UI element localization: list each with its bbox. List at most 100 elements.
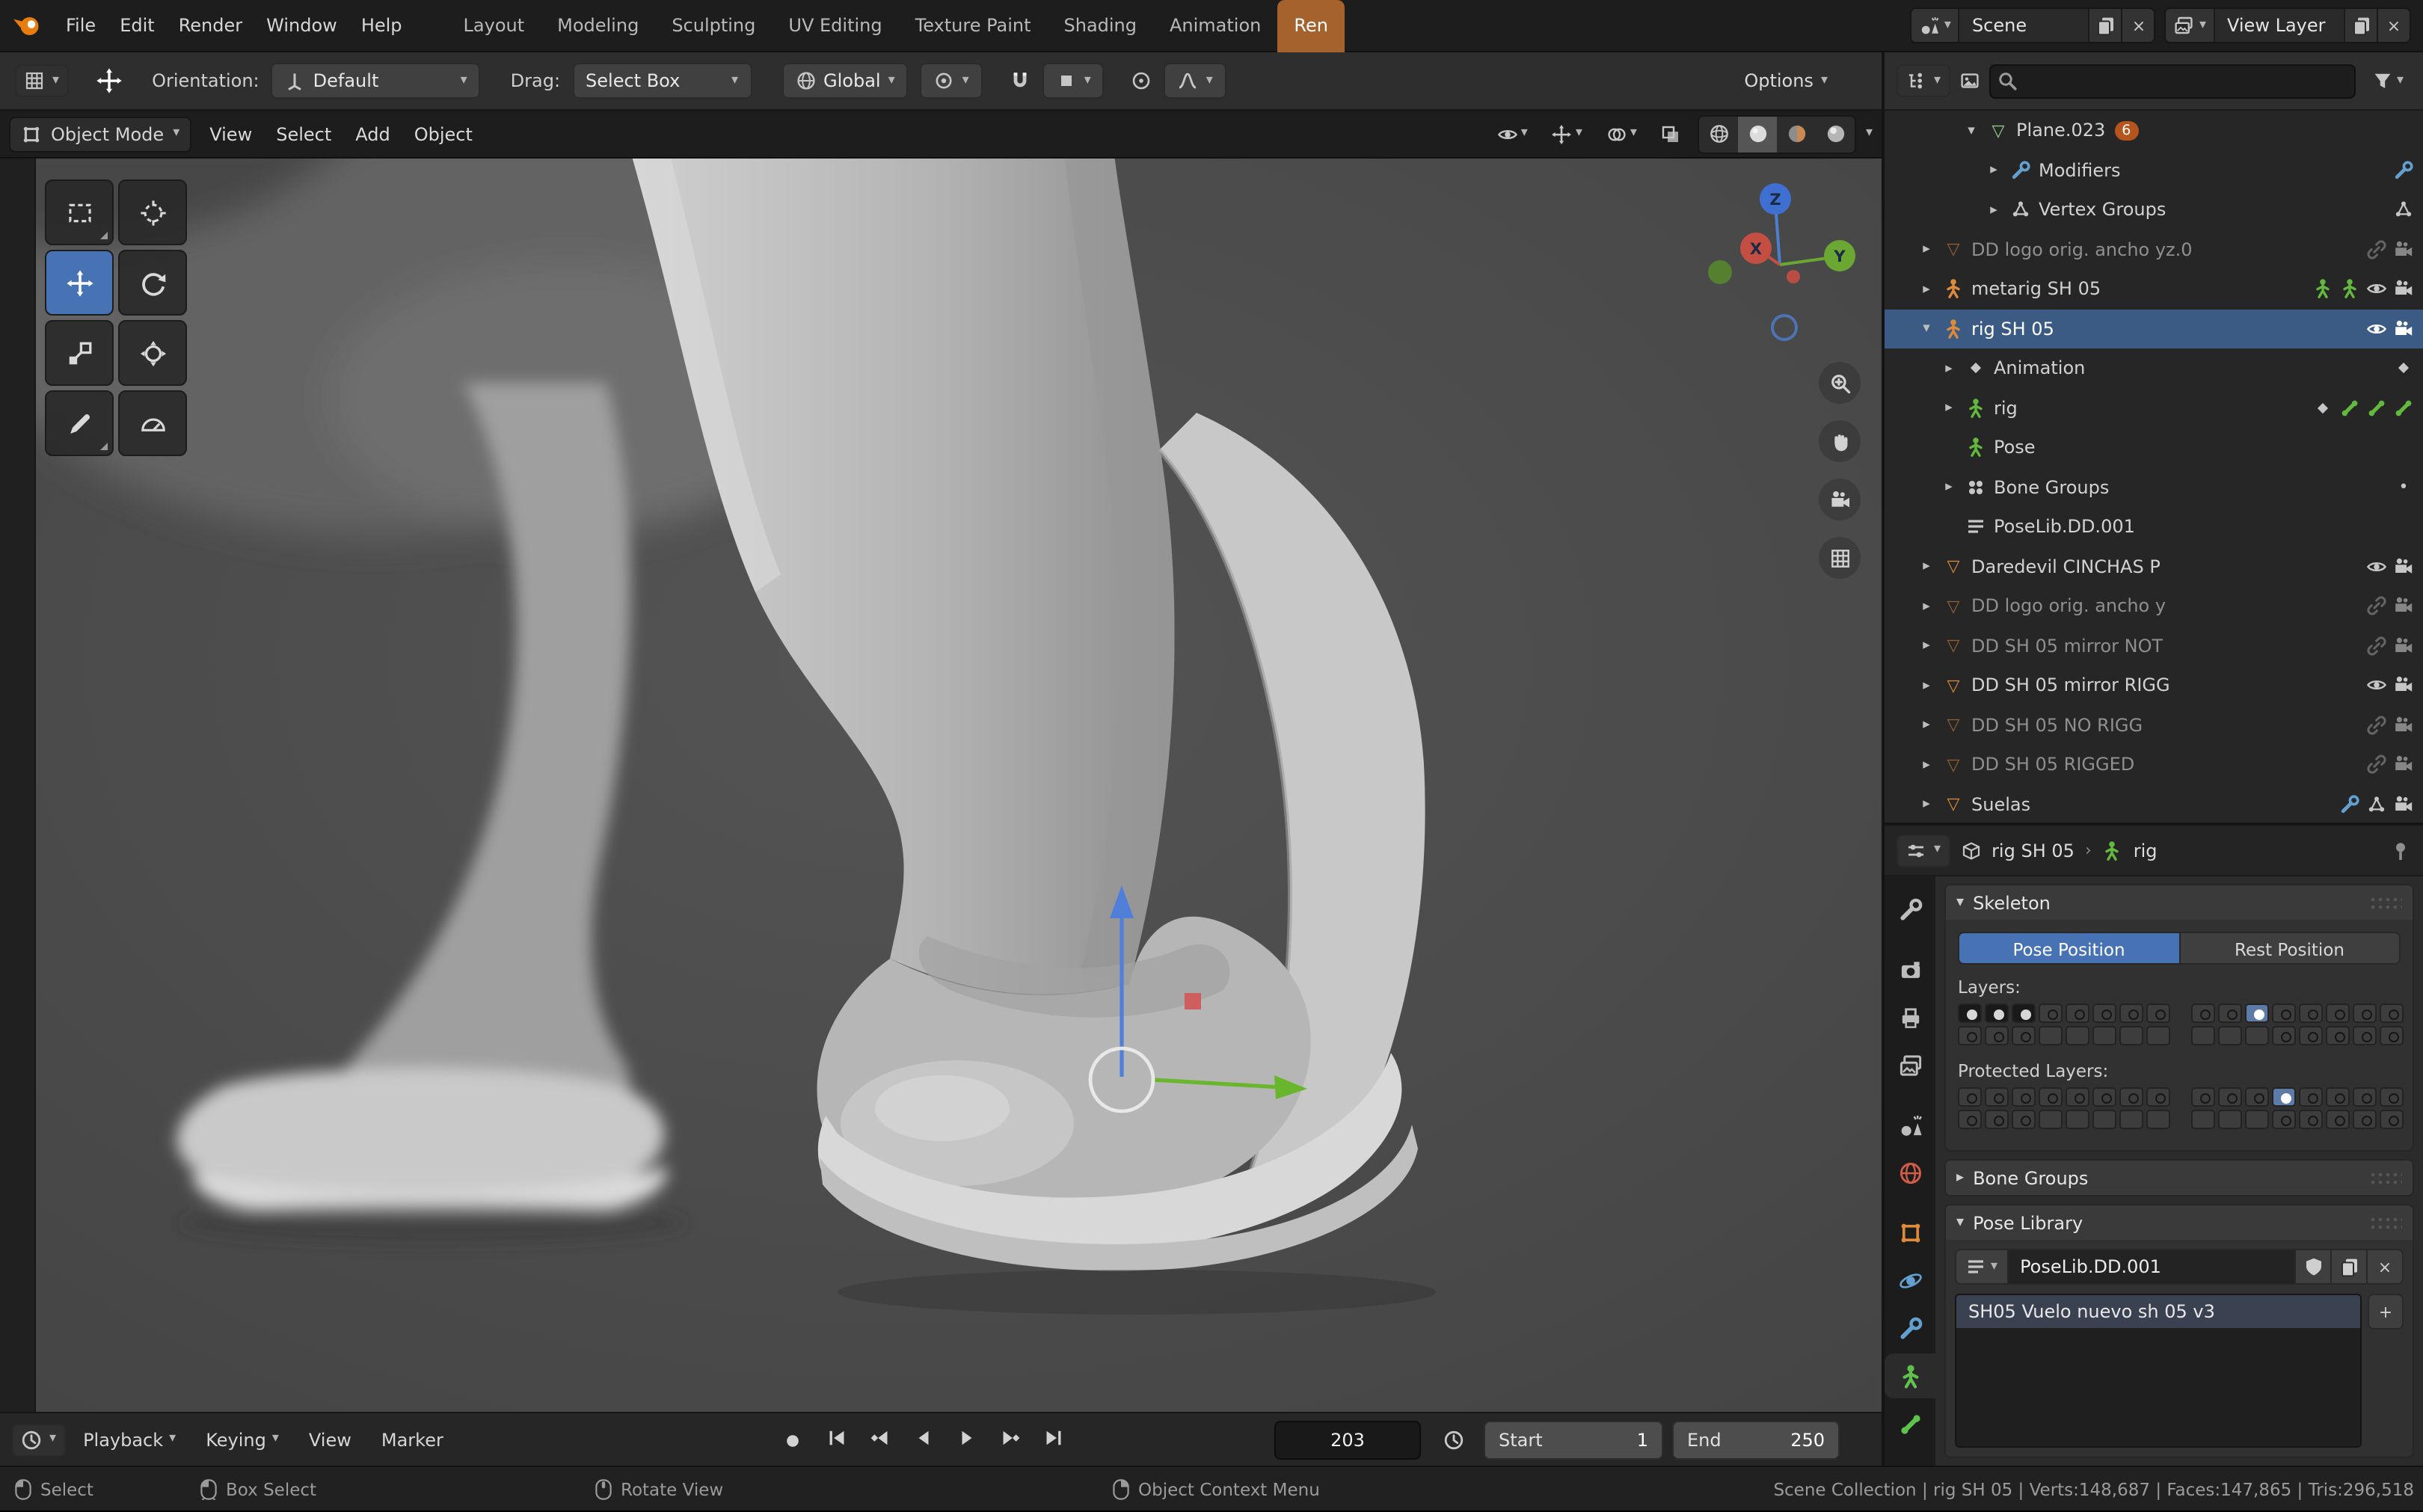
layer-cell[interactable] <box>2191 1004 2215 1023</box>
scene-selector[interactable]: ▾ Scene × <box>1910 7 2156 43</box>
wrench-icon[interactable] <box>2339 794 2360 815</box>
properties-tab-bone[interactable] <box>1885 1401 1935 1446</box>
layer-cell[interactable] <box>2146 1026 2170 1045</box>
prev-keyframe-button[interactable] <box>865 1428 894 1452</box>
camera-icon[interactable] <box>2393 715 2414 736</box>
outliner-row[interactable]: PoseLib.DD.001 <box>1885 507 2423 547</box>
layer-cell[interactable] <box>2191 1087 2215 1107</box>
expander-icon[interactable]: ▸ <box>1916 796 1937 813</box>
outliner-row[interactable]: ▾rig SH 05 <box>1885 309 2423 348</box>
toggle-ortho-button[interactable] <box>1819 537 1861 579</box>
outliner-row[interactable]: ▸▽DD SH 05 mirror RIGG <box>1885 666 2423 705</box>
expander-icon[interactable]: ▸ <box>1938 360 1959 377</box>
frame-start-field[interactable]: Start1 <box>1484 1421 1663 1460</box>
add-pose-button[interactable]: + <box>2368 1294 2404 1330</box>
layer-cell[interactable] <box>2092 1087 2116 1107</box>
workspace-tab-animation[interactable]: Animation <box>1153 0 1277 52</box>
properties-tab-render[interactable] <box>1885 947 1935 992</box>
workspace-tab-uv-editing[interactable]: UV Editing <box>772 0 898 52</box>
layer-cell[interactable] <box>1958 1004 1982 1023</box>
layer-cell[interactable] <box>2119 1004 2143 1023</box>
unlink-poselib-button[interactable]: × <box>2368 1249 2404 1285</box>
frame-end-field[interactable]: End250 <box>1672 1421 1840 1460</box>
layer-cell[interactable] <box>2380 1110 2404 1129</box>
layer-cell[interactable] <box>1985 1026 2009 1045</box>
layer-cell[interactable] <box>2353 1110 2377 1129</box>
workspace-tab-shading[interactable]: Shading <box>1048 0 1154 52</box>
menu-render[interactable]: Render <box>167 10 254 40</box>
transform-orientation-dropdown[interactable]: Global▾ <box>781 63 909 99</box>
remove-view-layer-button[interactable]: × <box>2377 9 2410 42</box>
layer-cell[interactable] <box>1958 1087 1982 1107</box>
box-select-tool[interactable] <box>45 179 114 245</box>
layer-cell[interactable] <box>2012 1026 2036 1045</box>
measure-tool[interactable] <box>118 390 187 456</box>
breadcrumb-data[interactable]: rig <box>2134 840 2158 861</box>
expander-icon[interactable]: ▸ <box>1916 757 1937 773</box>
play-button[interactable] <box>951 1428 981 1452</box>
anim-icon[interactable] <box>2312 398 2333 419</box>
bone-icon[interactable] <box>2366 398 2387 419</box>
layer-cell[interactable] <box>2326 1004 2350 1023</box>
cursor-tool[interactable] <box>118 179 187 245</box>
layer-cell[interactable] <box>1985 1087 2009 1107</box>
pivot-point-dropdown[interactable]: ▾ <box>921 63 983 99</box>
outliner-row[interactable]: ▾▽Plane.0236 <box>1885 111 2423 150</box>
viewport-menu-select[interactable]: Select <box>264 119 343 149</box>
scale-tool[interactable] <box>45 320 114 386</box>
viewport-canvas[interactable]: Z Y X <box>0 159 1882 1412</box>
properties-tab-tool[interactable] <box>1885 887 1935 932</box>
expander-icon[interactable]: ▸ <box>1916 559 1937 575</box>
unlink-scene-button[interactable]: × <box>2122 9 2155 42</box>
filter-dropdown[interactable]: ▾ <box>2365 63 2411 99</box>
layer-cell[interactable] <box>2299 1087 2323 1107</box>
layer-cell[interactable] <box>2218 1087 2242 1107</box>
falloff-dropdown[interactable]: ▾ <box>1164 63 1226 99</box>
shading-dropdown[interactable]: ▾ <box>1866 127 1873 141</box>
menu-help[interactable]: Help <box>349 10 414 40</box>
layer-cell[interactable] <box>2012 1110 2036 1129</box>
jump-to-end-button[interactable] <box>1038 1428 1068 1452</box>
pin-icon[interactable] <box>2390 840 2411 861</box>
layer-cell[interactable] <box>2299 1110 2323 1129</box>
camera-icon[interactable] <box>2393 279 2414 300</box>
layer-cell[interactable] <box>2272 1004 2296 1023</box>
overlays-dropdown[interactable]: ▾ <box>1599 116 1644 152</box>
camera-icon[interactable] <box>2393 636 2414 657</box>
options-dropdown[interactable]: Options▾ <box>1744 70 1828 91</box>
anim-icon[interactable] <box>2393 358 2414 379</box>
properties-editor-type-button[interactable]: ▾ <box>1897 834 1950 867</box>
layer-cell[interactable] <box>2272 1110 2296 1129</box>
layer-cell[interactable] <box>2146 1110 2170 1129</box>
layer-cell[interactable] <box>2191 1110 2215 1129</box>
proportional-editing-toggle[interactable] <box>1131 70 1152 91</box>
fake-user-toggle[interactable] <box>2296 1249 2332 1285</box>
panel-grip[interactable] <box>2369 1216 2402 1229</box>
record-button[interactable] <box>778 1428 808 1452</box>
layer-cell[interactable] <box>2066 1087 2089 1107</box>
camera-view-button[interactable] <box>1819 479 1861 520</box>
layer-cell[interactable] <box>2299 1004 2323 1023</box>
mode-dropdown[interactable]: Object Mode▾ <box>9 116 191 152</box>
outliner-search-input[interactable] <box>1989 64 2356 98</box>
xray-toggle[interactable] <box>1653 116 1689 152</box>
new-view-layer-button[interactable] <box>2344 9 2377 42</box>
pose-library-panel-header[interactable]: ▾Pose Library <box>1946 1205 2413 1240</box>
layer-cell[interactable] <box>2380 1004 2404 1023</box>
breadcrumb-object[interactable]: rig SH 05 <box>1991 840 2075 861</box>
view-menu[interactable]: View <box>297 1423 363 1456</box>
pose-list-item[interactable]: SH05 Vuelo nuevo sh 05 v3 <box>1956 1295 2360 1328</box>
viewport-menu-add[interactable]: Add <box>343 119 402 149</box>
camera-icon[interactable] <box>2393 755 2414 775</box>
outliner-row[interactable]: ▸▽DD SH 05 NO RIGG <box>1885 705 2423 745</box>
layer-cell[interactable] <box>2191 1026 2215 1045</box>
keying-menu[interactable]: Keying▾ <box>194 1423 291 1456</box>
outliner-row[interactable]: ▸Animation <box>1885 348 2423 388</box>
layer-cell[interactable] <box>2066 1110 2089 1129</box>
layer-cell[interactable] <box>2353 1004 2377 1023</box>
snap-toggle[interactable] <box>1010 70 1031 91</box>
poselib-name-field[interactable]: PoseLib.DD.001 <box>2008 1249 2296 1285</box>
viewport-menu-object[interactable]: Object <box>402 119 485 149</box>
expander-icon[interactable]: ▸ <box>1916 598 1937 615</box>
workspace-tab-modeling[interactable]: Modeling <box>541 0 655 52</box>
